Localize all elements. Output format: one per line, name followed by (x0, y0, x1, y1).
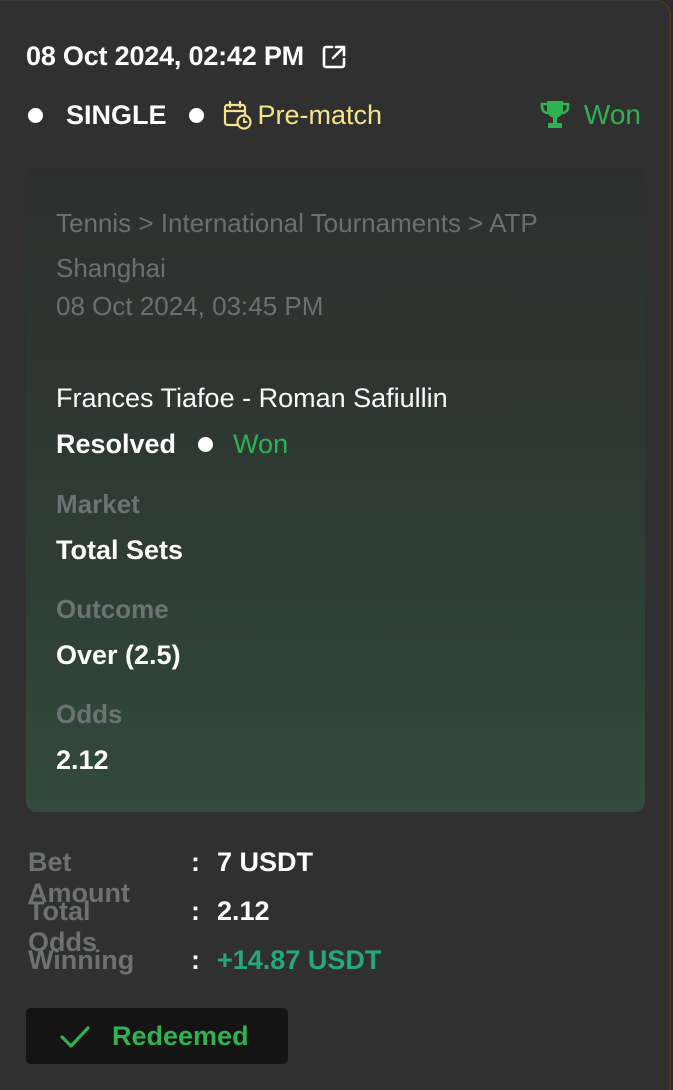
outcome-value: Over (2.5) (56, 640, 181, 670)
separator-dot (198, 437, 214, 452)
total-odds-value: 2.12 (217, 896, 270, 926)
redeemed-label: Redeemed (112, 1020, 249, 1051)
market-label: Market (56, 489, 140, 519)
resolution-row: Resolved Won (56, 429, 288, 460)
bet-card: 08 Oct 2024, 02:42 PM SINGLE Pre-match W… (0, 0, 671, 1090)
bet-amount-value: 7 USDT (217, 847, 314, 877)
resolution-status: Resolved (56, 429, 177, 459)
colon-separator: : (191, 896, 200, 926)
outcome-label: Outcome (56, 594, 169, 624)
colon-separator: : (191, 847, 200, 877)
bet-type-label: SINGLE (66, 99, 167, 130)
winning-value: +14.87 USDT (217, 945, 382, 975)
event-details-box: Tennis > International Tournaments > ATP… (26, 167, 645, 812)
calendar-clock-icon (222, 100, 252, 130)
status-row: SINGLE Pre-match Won (28, 97, 641, 133)
odds-value: 2.12 (56, 745, 109, 775)
bet-placed-date: 08 Oct 2024, 02:42 PM (26, 41, 304, 71)
header-date-row: 08 Oct 2024, 02:42 PM (26, 41, 348, 72)
event-start-date: 08 Oct 2024, 03:45 PM (56, 291, 324, 321)
market-value: Total Sets (56, 535, 184, 565)
event-breadcrumb[interactable]: Tennis > International Tournaments > ATP… (56, 201, 596, 291)
external-link-icon[interactable] (320, 43, 348, 71)
colon-separator: : (191, 945, 200, 975)
check-icon (58, 1019, 92, 1053)
separator-dot (28, 107, 43, 123)
redeemed-button[interactable]: Redeemed (26, 1008, 288, 1064)
bet-status: Won (538, 98, 641, 132)
winning-label: Winning (28, 945, 135, 975)
trophy-icon (538, 98, 572, 132)
odds-label: Odds (56, 699, 123, 729)
status-won-label: Won (583, 99, 641, 130)
separator-dot (188, 107, 204, 123)
result-label: Won (233, 429, 289, 459)
match-name[interactable]: Frances Tiafoe - Roman Safiullin (56, 383, 448, 414)
timing-label: Pre-match (257, 99, 383, 130)
